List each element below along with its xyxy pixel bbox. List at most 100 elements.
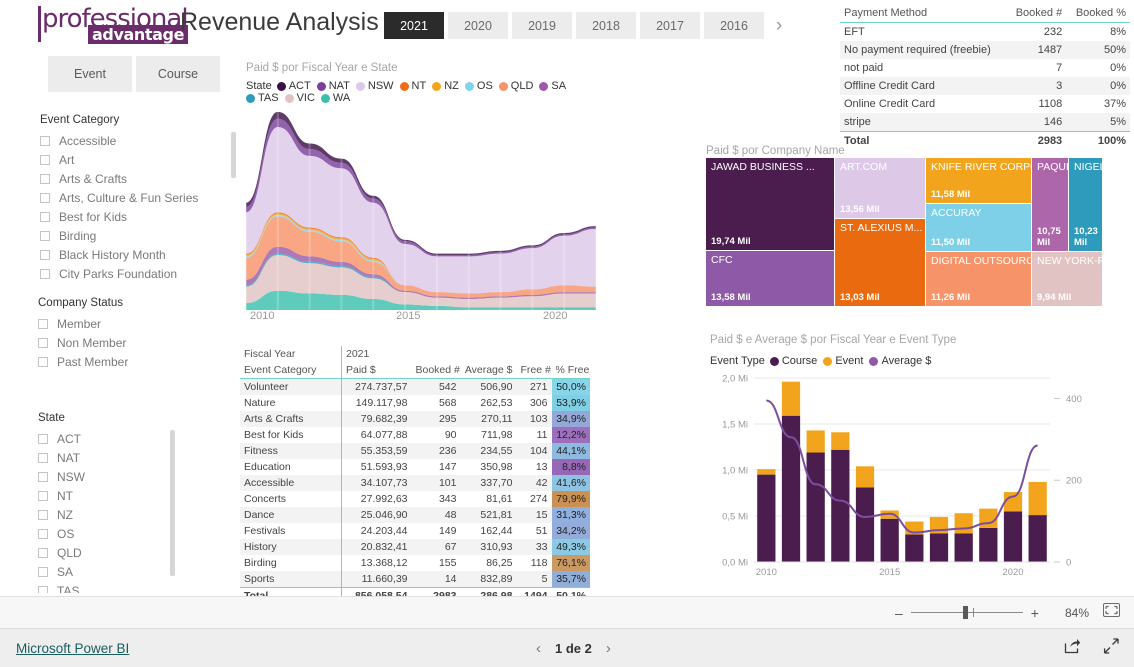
slicer-option-sa[interactable]: SA	[38, 562, 223, 581]
table-row[interactable]: Fitness 55.353,59 236 234,55 104 44,1%	[240, 443, 590, 459]
treemap-node[interactable]: PAQUE... 10,75 Mil	[1032, 158, 1068, 251]
bar-event[interactable]	[831, 432, 850, 450]
checkbox-icon[interactable]	[38, 471, 48, 482]
year-tab-2018[interactable]: 2018	[576, 12, 636, 39]
table-row[interactable]: EFT 232 8%	[840, 23, 1130, 42]
col-booked-count[interactable]: Booked #	[1002, 4, 1067, 23]
legend-item-act[interactable]: ACT	[276, 80, 311, 92]
chevron-right-icon[interactable]: ›	[606, 640, 611, 657]
table-row[interactable]: Offline Credit Card 3 0%	[840, 77, 1130, 95]
slicer-option-past-member[interactable]: Past Member	[38, 352, 233, 371]
bar-event[interactable]	[979, 508, 998, 528]
slicer-option-nt[interactable]: NT	[38, 486, 223, 505]
bar-course[interactable]	[831, 449, 850, 562]
checkbox-icon[interactable]	[38, 433, 48, 444]
checkbox-icon[interactable]	[38, 490, 48, 501]
treemap-node[interactable]: JAWAD BUSINESS ... 19,74 Mil	[706, 158, 834, 250]
slicer-option-list[interactable]: ACT NAT NSW NT NZ OS QLD SA TAS VIC	[38, 429, 223, 593]
table-row[interactable]: Online Credit Card 1108 37%	[840, 95, 1130, 113]
col-booked[interactable]: Booked #	[411, 362, 461, 379]
table-row[interactable]: Best for Kids 64.077,88 90 711,98 11 12,2%	[240, 427, 590, 443]
bar-event[interactable]	[757, 469, 776, 475]
table-row[interactable]: stripe 146 5%	[840, 113, 1130, 132]
table-row[interactable]: Education 51.593,93 147 350,98 13 8,8%	[240, 459, 590, 475]
table-row[interactable]: Volunteer 274.737,57 542 506,90 271 50,0%	[240, 378, 590, 395]
year-tab-slicer[interactable]: 2021 2020 2019 2018 2017 2016 ›	[384, 12, 790, 39]
slicer-option-accessible[interactable]: Accessible	[40, 131, 235, 150]
checkbox-icon[interactable]	[38, 528, 48, 539]
table-row[interactable]: History 20.832,41 67 310,93 33 49,3%	[240, 539, 590, 555]
table-row[interactable]: Arts & Crafts 79.682,39 295 270,11 103 34,9%	[240, 411, 590, 427]
col-free[interactable]: Free #	[516, 362, 552, 379]
table-row[interactable]: not paid 7 0%	[840, 59, 1130, 77]
slicer-option-arts-crafts[interactable]: Arts & Crafts	[40, 169, 235, 188]
legend-item-nat[interactable]: NAT	[316, 80, 350, 92]
slicer-option-nsw[interactable]: NSW	[38, 467, 223, 486]
checkbox-icon[interactable]	[38, 356, 48, 367]
checkbox-icon[interactable]	[40, 135, 50, 146]
legend-item-average[interactable]: Average $	[869, 355, 931, 367]
treemap-node[interactable]: NEW YORK-PRES... 9,94 Mil	[1032, 252, 1102, 306]
checkbox-icon[interactable]	[38, 337, 48, 348]
powerbi-link[interactable]: Microsoft Power BI	[16, 641, 129, 656]
chevron-left-icon[interactable]: ‹	[536, 640, 541, 657]
table-row[interactable]: Nature 149.117,98 568 262,53 306 53,9%	[240, 395, 590, 411]
slicer-option-best-for-kids[interactable]: Best for Kids	[40, 207, 235, 226]
col-event-category[interactable]: Event Category	[240, 362, 342, 379]
treemap-node[interactable]: DIGITAL OUTSOURC... 11,26 Mil	[926, 252, 1031, 306]
checkbox-icon[interactable]	[40, 230, 50, 241]
checkbox-icon[interactable]	[40, 268, 50, 279]
bar-course[interactable]	[855, 487, 875, 562]
col-payment-method[interactable]: Payment Method	[840, 4, 1003, 23]
chevron-right-icon[interactable]: ›	[768, 12, 790, 39]
slicer-option-act[interactable]: ACT	[38, 429, 223, 448]
checkbox-icon[interactable]	[40, 211, 50, 222]
legend-item-nz[interactable]: NZ	[432, 80, 459, 92]
col-pct-free[interactable]: % Free	[551, 362, 590, 379]
table-row[interactable]: Sports 11.660,39 14 832,89 5 35,7%	[240, 571, 590, 588]
slicer-option-city-parks-foundation[interactable]: City Parks Foundation	[40, 264, 235, 279]
treemap-node[interactable]: KNIFE RIVER CORPO... 11,58 Mil	[926, 158, 1031, 203]
bar-event[interactable]	[855, 466, 875, 488]
combo-chart-plot[interactable]: 0,0 Mi 0,5 Mi 1,0 Mi 1,5 Mi 2,0 Mi 0 200 400 201…	[710, 372, 1102, 584]
slicer-option-list[interactable]: Accessible Art Arts & Crafts Arts, Cultu…	[40, 131, 235, 279]
legend-item-sa[interactable]: SA	[539, 80, 566, 92]
slicer-scrollbar[interactable]	[231, 132, 236, 178]
area-chart-plot[interactable]	[246, 100, 596, 310]
checkbox-icon[interactable]	[38, 566, 48, 577]
legend-item-course[interactable]: Course	[769, 355, 817, 367]
slicer-option-list[interactable]: Member Non Member Past Member	[38, 314, 233, 371]
table-row[interactable]: Accessible 34.107,73 101 337,70 42 41,6%	[240, 475, 590, 491]
slicer-option-nz[interactable]: NZ	[38, 505, 223, 524]
slicer-option-arts-culture-fun-series[interactable]: Arts, Culture & Fun Series	[40, 188, 235, 207]
bar-event[interactable]	[954, 513, 973, 534]
combo-chart-legend[interactable]: Event Type Course Event Average $	[710, 355, 937, 367]
plus-icon[interactable]: +	[1031, 605, 1039, 621]
year-tab-2019[interactable]: 2019	[512, 12, 572, 39]
area-chart-paid-by-year-state[interactable]: Paid $ por Fiscal Year e State State ACT…	[246, 62, 596, 324]
table-row[interactable]: No payment required (freebie) 1487 50%	[840, 41, 1130, 59]
treemap-node[interactable]: ACCURAY 11,50 Mil	[926, 204, 1031, 251]
checkbox-icon[interactable]	[38, 547, 48, 558]
minus-icon[interactable]: –	[895, 605, 903, 621]
col-average[interactable]: Average $	[460, 362, 517, 379]
slicer-option-qld[interactable]: QLD	[38, 543, 223, 562]
checkbox-icon[interactable]	[38, 452, 48, 463]
slicer-option-member[interactable]: Member	[38, 314, 233, 333]
slicer-option-os[interactable]: OS	[38, 524, 223, 543]
checkbox-icon[interactable]	[40, 249, 50, 260]
slicer-option-birding[interactable]: Birding	[40, 226, 235, 245]
year-tab-2017[interactable]: 2017	[640, 12, 700, 39]
legend-item-nt[interactable]: NT	[399, 80, 426, 92]
combo-chart-paid-average[interactable]: 0,0 Mi 0,5 Mi 1,0 Mi 1,5 Mi 2,0 Mi 0 200 400 201…	[710, 372, 1102, 584]
table-row[interactable]: Concerts 27.992,63 343 81,61 274 79,9%	[240, 491, 590, 507]
slicer-option-non-member[interactable]: Non Member	[38, 333, 233, 352]
slicer-option-nat[interactable]: NAT	[38, 448, 223, 467]
bar-event[interactable]	[1003, 492, 1023, 512]
payment-method-table[interactable]: Payment Method Booked # Booked % EFT 232 8…	[840, 4, 1130, 150]
zoom-slider-thumb[interactable]	[962, 606, 968, 619]
treemap-node[interactable]: NIGEL ... 10,23 Mil	[1069, 158, 1102, 251]
treemap-node[interactable]: ART.COM 13,56 Mil	[835, 158, 925, 218]
treemap-paid-by-company[interactable]: JAWAD BUSINESS ... 19,74 Mil CFC 13,58 Mil A…	[706, 158, 1102, 306]
bar-course[interactable]	[905, 534, 924, 562]
